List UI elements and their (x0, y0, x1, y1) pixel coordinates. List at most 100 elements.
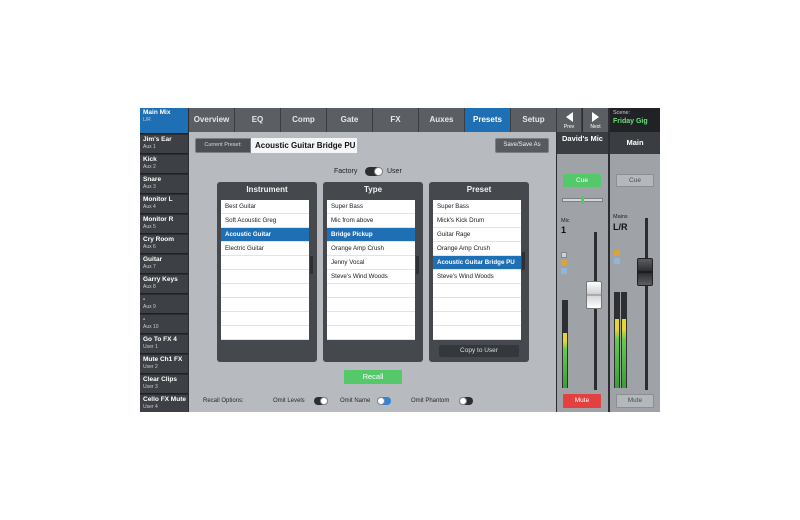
mix-item[interactable]: - Aux 9 (140, 295, 188, 314)
mix-item-name: Mute Ch1 FX (143, 356, 183, 363)
fader-track (645, 218, 648, 390)
mix-item[interactable]: - Aux 10 (140, 315, 188, 334)
preset-scrollbar[interactable] (522, 252, 525, 270)
list-item[interactable]: Jenny Vocal (327, 256, 415, 270)
preset-panel: Preset Super Bass Mick's Kick Drum Guitar … (429, 182, 529, 362)
mix-item-sub: Aux 2 (143, 164, 156, 170)
empty-row (327, 284, 415, 298)
tab-eq[interactable]: EQ (235, 108, 281, 132)
channel-number: 1 (561, 225, 567, 235)
preset-list[interactable]: Super Bass Mick's Kick Drum Guitar Rage Ora… (433, 200, 521, 340)
user-label: User (387, 168, 402, 175)
mix-item[interactable]: Clear Clips User 3 (140, 375, 188, 394)
meter-fill (622, 318, 626, 388)
mix-item-name: Kick (143, 156, 157, 163)
mix-item[interactable]: Mute Ch1 FX User 2 (140, 355, 188, 374)
recall-button[interactable]: Recall (344, 370, 402, 384)
mix-item-name: - (143, 296, 146, 303)
prev-button[interactable]: Prev (557, 108, 582, 132)
mute-button[interactable]: Mute (616, 394, 654, 408)
mix-item-sub: Aux 5 (143, 224, 156, 230)
type-scrollbar[interactable] (416, 256, 419, 274)
next-button[interactable]: Next (583, 108, 608, 132)
instrument-scrollbar[interactable] (310, 256, 313, 274)
cue-button[interactable]: Cue (563, 174, 601, 187)
list-item[interactable]: Steve's Wind Woods (433, 270, 521, 284)
list-item[interactable]: Bridge Pickup (327, 228, 415, 242)
channel-strip-mic: David's Mic Cue Mic 1 Mute (557, 132, 608, 412)
mix-item[interactable]: Snare Aux 3 (140, 175, 188, 194)
tab-overview[interactable]: Overview (189, 108, 235, 132)
toggle-knob (377, 397, 385, 405)
omit-name-toggle[interactable] (377, 397, 391, 405)
mix-item[interactable]: Garry Keys Aux 8 (140, 275, 188, 294)
fader-track (594, 232, 597, 390)
type-list[interactable]: Super Bass Mic from above Bridge Pickup Ora… (327, 200, 415, 340)
mix-item[interactable]: Monitor R Aux 5 (140, 215, 188, 234)
factory-user-toggle[interactable]: Factory User (334, 166, 406, 177)
main-fader[interactable] (637, 258, 653, 287)
tab-setup[interactable]: Setup (511, 108, 557, 132)
list-item[interactable]: Mic from above (327, 214, 415, 228)
mixer-app: Main Mix L/R Jim's Ear Aux 1 Kick Aux 2 Snare A… (140, 108, 660, 412)
mix-item[interactable]: Cry Room Aux 6 (140, 235, 188, 254)
mix-item-sub: Aux 10 (143, 324, 159, 330)
presets-panel: Current Preset: Acoustic Guitar Bridge P… (189, 132, 556, 412)
mix-item[interactable]: Cello FX Mute User 4 (140, 395, 188, 412)
save-as-button[interactable]: Save/Save As (495, 138, 549, 153)
cue-button[interactable]: Cue (616, 174, 654, 187)
preset-header: Preset (466, 185, 492, 194)
list-item[interactable]: Orange Amp Crush (327, 242, 415, 256)
mute-button[interactable]: Mute (563, 394, 601, 408)
tab-fx[interactable]: FX (373, 108, 419, 132)
channel-fader[interactable] (586, 281, 602, 310)
tab-presets[interactable]: Presets (465, 108, 511, 132)
mix-item-name: Guitar (143, 256, 163, 263)
empty-row (221, 312, 309, 326)
copy-to-user-button[interactable]: Copy to User (439, 345, 519, 357)
list-item[interactable]: Acoustic Guitar Bridge PU (433, 256, 521, 270)
mix-item[interactable]: Guitar Aux 7 (140, 255, 188, 274)
factory-user-switch[interactable] (365, 167, 383, 176)
list-item[interactable]: Mick's Kick Drum (433, 214, 521, 228)
mix-item-name: Monitor R (143, 216, 174, 223)
mix-item[interactable]: Kick Aux 2 (140, 155, 188, 174)
mix-item[interactable]: Main Mix L/R (140, 108, 188, 134)
mix-item-name: Go To FX 4 (143, 336, 177, 343)
tab-comp[interactable]: Comp (281, 108, 327, 132)
scene-indicator[interactable]: Scene: Friday Gig (610, 108, 660, 132)
mix-item-name: Cello FX Mute (143, 396, 186, 403)
omit-phantom-toggle[interactable] (459, 397, 473, 405)
list-item[interactable]: Soft Acoustic Greg (221, 214, 309, 228)
scene-label: Scene: (613, 110, 631, 116)
mix-item[interactable]: Go To FX 4 User 1 (140, 335, 188, 354)
list-item[interactable]: Steve's Wind Woods (327, 270, 415, 284)
type-header: Type (363, 185, 383, 194)
list-item[interactable]: Acoustic Guitar (221, 228, 309, 242)
list-item[interactable]: Guitar Rage (433, 228, 521, 242)
factory-label: Factory (334, 168, 358, 175)
omit-levels-label: Omit Levels (273, 398, 305, 404)
omit-levels-toggle[interactable] (314, 397, 328, 405)
compressor-icon (561, 260, 567, 266)
list-item[interactable]: Electric Guitar (221, 242, 309, 256)
mix-item[interactable]: Jim's Ear Aux 1 (140, 135, 188, 154)
next-label: Next (590, 124, 601, 130)
tab-auxes[interactable]: Auxes (419, 108, 465, 132)
list-item[interactable]: Super Bass (327, 200, 415, 214)
current-preset-label: Current Preset: (195, 138, 251, 153)
mix-item-name: Jim's Ear (143, 136, 172, 143)
tab-gate[interactable]: Gate (327, 108, 373, 132)
pan-control[interactable] (562, 196, 603, 204)
mix-item-name: - (143, 316, 146, 323)
list-item[interactable]: Super Bass (433, 200, 521, 214)
recall-options: Recall Options: Omit Levels Omit Name Om… (189, 396, 556, 408)
instrument-header: Instrument (246, 185, 288, 194)
mix-item[interactable]: Monitor L Aux 4 (140, 195, 188, 214)
list-item[interactable]: Orange Amp Crush (433, 242, 521, 256)
meter-fill (615, 318, 619, 388)
gate-icon (561, 268, 567, 274)
instrument-list[interactable]: Best Guitar Soft Acoustic Greg Acoustic Gu… (221, 200, 309, 340)
channel-name: David's Mic (557, 132, 608, 154)
list-item[interactable]: Best Guitar (221, 200, 309, 214)
